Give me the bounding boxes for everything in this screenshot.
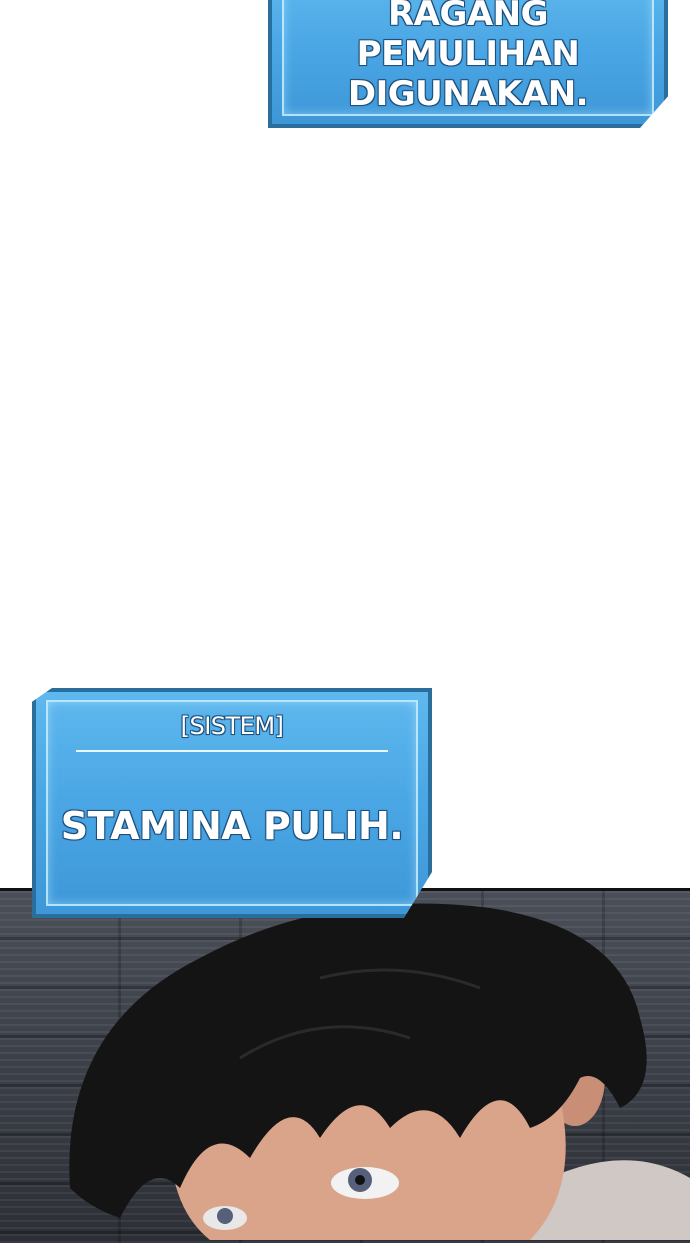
system-notification-box-top: RAGANG PEMULIHAN DIGUNAKAN. xyxy=(268,0,668,128)
system-header: [SISTEM] xyxy=(180,712,284,740)
notification-line-1: RAGANG xyxy=(387,0,549,34)
character-illustration xyxy=(69,903,690,1240)
notification-line-2: PEMULIHAN xyxy=(356,34,580,74)
notification-line-3: DIGUNAKAN. xyxy=(347,74,589,114)
system-notification-box-bottom: [SISTEM] STAMINA PULIH. xyxy=(32,688,432,918)
system-message: STAMINA PULIH. xyxy=(60,804,404,848)
header-divider xyxy=(76,750,388,752)
